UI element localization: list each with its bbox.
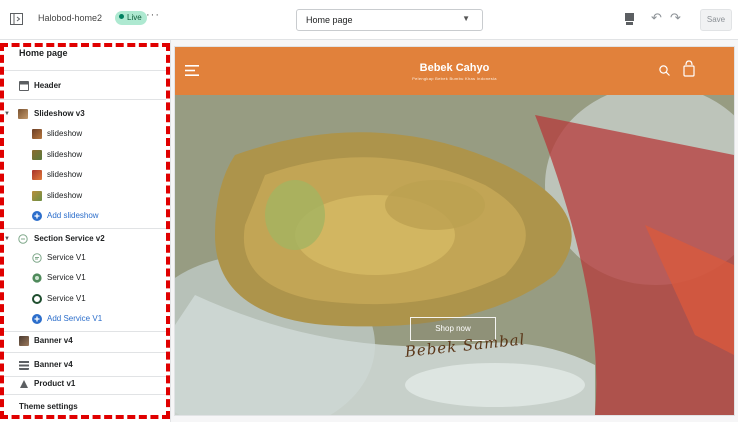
sidebar-item-product-v1[interactable]: Product v1 [0, 374, 166, 394]
sidebar-item-slideshow-3[interactable]: slideshow [0, 165, 166, 185]
sidebar-item-slideshow-v3[interactable]: ▼ Slideshow v3 [0, 104, 166, 124]
add-slideshow-button[interactable]: Add slideshow [0, 206, 166, 226]
shopping-bag-icon[interactable] [683, 60, 695, 77]
mobile-device-icon[interactable] [625, 13, 634, 25]
sidebar-item-service-2[interactable]: Service V1 [0, 268, 166, 288]
divider [0, 394, 166, 395]
store-header[interactable]: Bebek Cahyo Pelengkap Bebek Bumbu Khas I… [175, 47, 734, 95]
service-icon-3 [32, 294, 42, 304]
sidebar-item-slideshow-1[interactable]: slideshow [0, 124, 166, 144]
sidebar-item-label: slideshow [47, 170, 83, 179]
page-select-value: Home page [306, 15, 353, 25]
store-logo[interactable]: Bebek Cahyo [175, 62, 734, 74]
plus-circle-icon [32, 211, 42, 221]
add-service-button[interactable]: Add Service V1 [0, 309, 166, 329]
sidebar-item-label: Service V1 [47, 294, 86, 303]
sidebar-item-service-3[interactable]: Service V1 [0, 289, 166, 309]
sidebar-item-label: Service V1 [47, 253, 86, 262]
sidebar-title: Home page [19, 48, 68, 58]
sidebar-item-label: Section Service v2 [34, 234, 105, 243]
caret-down-icon[interactable]: ▼ [4, 104, 10, 124]
header-icon [19, 81, 29, 91]
editor-topbar: Halobod-home2 Live ··· Home page ▼ ↶ ↷ S… [0, 0, 738, 40]
save-button[interactable]: Save [700, 9, 732, 31]
add-service-label: Add Service V1 [47, 314, 103, 323]
chevron-down-icon: ▼ [462, 14, 470, 23]
live-badge: Live [115, 11, 147, 25]
sidebar-item-label: slideshow [47, 191, 83, 200]
add-slideshow-label: Add slideshow [47, 211, 99, 220]
more-horizontal-icon[interactable]: ··· [146, 9, 160, 21]
image-thumb-1 [32, 129, 42, 139]
service-icon-1 [32, 253, 42, 263]
sidebar-item-label: Service V1 [47, 273, 86, 282]
undo-icon[interactable]: ↶ [651, 10, 662, 26]
sidebar-item-label: Product v1 [34, 379, 76, 388]
slideshow-hero[interactable]: Shop now [175, 95, 734, 415]
image-thumb-4 [32, 191, 42, 201]
service-icon-2 [32, 273, 42, 283]
hero-food-image [175, 95, 734, 415]
redo-icon[interactable]: ↷ [670, 10, 681, 26]
theme-name: Halobod-home2 [38, 13, 103, 23]
sidebar-item-slideshow-4[interactable]: slideshow [0, 186, 166, 206]
section-service-icon [18, 234, 28, 244]
store-tagline: Pelengkap Bebek Bumbu Khas Indonesia [412, 76, 497, 81]
sidebar-item-banner-v4-2[interactable]: Banner v4 [0, 355, 166, 375]
sidebar-item-label: slideshow [47, 129, 83, 138]
storefront-preview[interactable]: Bebek Cahyo Pelengkap Bebek Bumbu Khas I… [175, 47, 734, 415]
sidebar-item-label: Slideshow v3 [34, 109, 85, 118]
sidebar-item-header[interactable]: Header [0, 76, 166, 96]
sidebar-item-label: Banner v4 [34, 336, 73, 345]
product-thumb [20, 380, 28, 388]
theme-settings-link[interactable]: Theme settings [19, 402, 78, 411]
divider [0, 70, 166, 71]
live-badge-label: Live [127, 13, 142, 22]
sidebar-item-slideshow-2[interactable]: slideshow [0, 145, 166, 165]
divider [0, 352, 166, 353]
plus-circle-icon [32, 314, 42, 324]
sidebar-item-label: Header [34, 81, 62, 90]
image-thumb-2 [32, 150, 42, 160]
sidebar-item-banner-v4[interactable]: Banner v4 [0, 331, 166, 351]
search-icon[interactable] [659, 65, 670, 76]
sidebar-item-label: Banner v4 [34, 360, 73, 369]
sidebar-item-label: slideshow [47, 150, 83, 159]
image-thumb-3 [32, 170, 42, 180]
caret-down-icon[interactable]: ▼ [4, 229, 10, 249]
live-dot-icon [119, 14, 124, 20]
banner-thumb-2 [19, 361, 29, 370]
page-select[interactable]: Home page ▼ [296, 9, 483, 31]
exit-icon[interactable] [10, 13, 23, 25]
sidebar-item-section-service-v2[interactable]: ▼ Section Service v2 [0, 229, 166, 249]
divider [0, 99, 166, 100]
sidebar-item-service-1[interactable]: Service V1 [0, 248, 166, 268]
banner-thumb [19, 336, 29, 346]
slideshow-thumb [18, 109, 28, 119]
